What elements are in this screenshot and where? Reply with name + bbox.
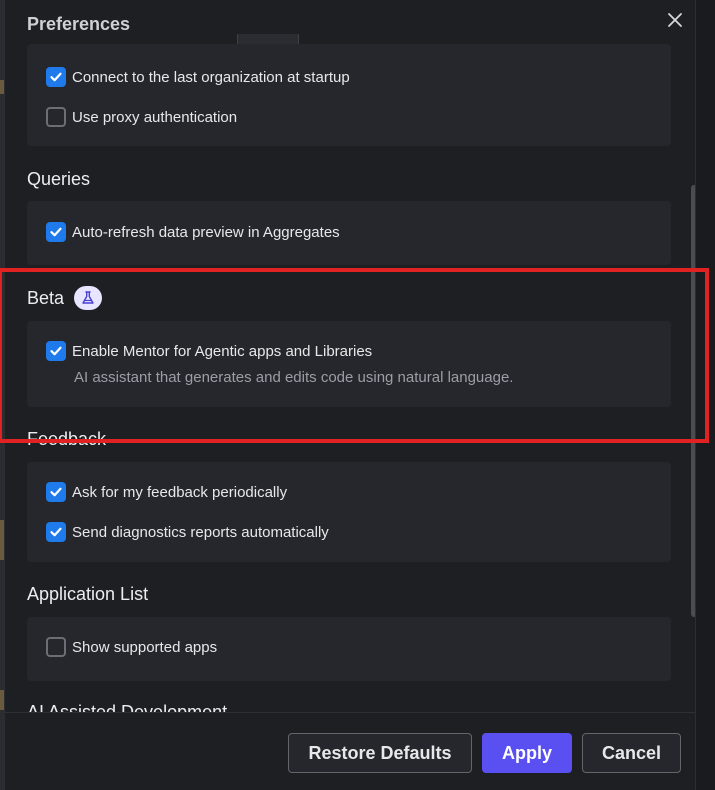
ai-assisted-section-title: AI Assisted Development	[27, 702, 228, 712]
enable-mentor-option[interactable]: Enable Mentor for Agentic apps and Libra…	[46, 341, 372, 361]
proxy-auth-option[interactable]: Use proxy authentication	[46, 107, 237, 127]
checkmark-icon	[50, 487, 62, 497]
cancel-button[interactable]: Cancel	[582, 733, 681, 773]
connect-last-org-label: Connect to the last organization at star…	[72, 68, 350, 86]
close-icon	[668, 13, 682, 27]
proxy-auth-checkbox[interactable]	[46, 107, 66, 127]
connect-last-org-checkbox[interactable]	[46, 67, 66, 87]
preferences-dialog: Connect to the last organization at star…	[4, 0, 696, 790]
send-diagnostics-label: Send diagnostics reports automatically	[72, 523, 329, 541]
proxy-auth-label: Use proxy authentication	[72, 108, 238, 126]
checkmark-icon	[50, 527, 62, 537]
connect-last-org-option[interactable]: Connect to the last organization at star…	[46, 67, 350, 87]
send-diagnostics-checkbox[interactable]	[46, 522, 66, 542]
show-supported-apps-option[interactable]: Show supported apps	[46, 637, 217, 657]
checkmark-icon	[50, 227, 62, 237]
enable-mentor-checkbox[interactable]	[46, 341, 66, 361]
dialog-footer: Restore Defaults Apply Cancel	[5, 712, 695, 790]
checkmark-icon	[50, 346, 62, 356]
beta-section-title: Beta	[27, 288, 65, 308]
show-supported-apps-label: Show supported apps	[72, 638, 218, 656]
dialog-title: Preferences	[27, 14, 131, 34]
beta-badge	[74, 286, 102, 310]
scrollbar-thumb[interactable]	[691, 185, 695, 617]
apply-button[interactable]: Apply	[482, 733, 572, 773]
queries-card: Auto-refresh data preview in Aggregates	[27, 201, 671, 265]
checkmark-icon	[50, 72, 62, 82]
ask-feedback-option[interactable]: Ask for my feedback periodically	[46, 482, 287, 502]
flask-icon	[82, 291, 94, 304]
auto-refresh-label: Auto-refresh data preview in Aggregates	[72, 223, 340, 241]
preferences-scroll-area[interactable]: Connect to the last organization at star…	[5, 0, 695, 712]
beta-card: Enable Mentor for Agentic apps and Libra…	[27, 321, 671, 407]
close-button[interactable]	[663, 8, 687, 32]
queries-section-title: Queries	[27, 169, 91, 189]
auto-refresh-option[interactable]: Auto-refresh data preview in Aggregates	[46, 222, 340, 242]
ask-feedback-label: Ask for my feedback periodically	[72, 483, 288, 501]
auto-refresh-checkbox[interactable]	[46, 222, 66, 242]
feedback-card: Ask for my feedback periodically Send di…	[27, 462, 671, 562]
application-list-section-title: Application List	[27, 584, 149, 604]
feedback-section-title: Feedback	[27, 429, 107, 449]
show-supported-apps-checkbox[interactable]	[46, 637, 66, 657]
application-list-card: Show supported apps	[27, 617, 671, 681]
general-card: Connect to the last organization at star…	[27, 44, 671, 146]
restore-defaults-button[interactable]: Restore Defaults	[288, 733, 472, 773]
enable-mentor-label: Enable Mentor for Agentic apps and Libra…	[72, 342, 373, 360]
enable-mentor-description: AI assistant that generates and edits co…	[74, 369, 514, 386]
send-diagnostics-option[interactable]: Send diagnostics reports automatically	[46, 522, 329, 542]
ask-feedback-checkbox[interactable]	[46, 482, 66, 502]
